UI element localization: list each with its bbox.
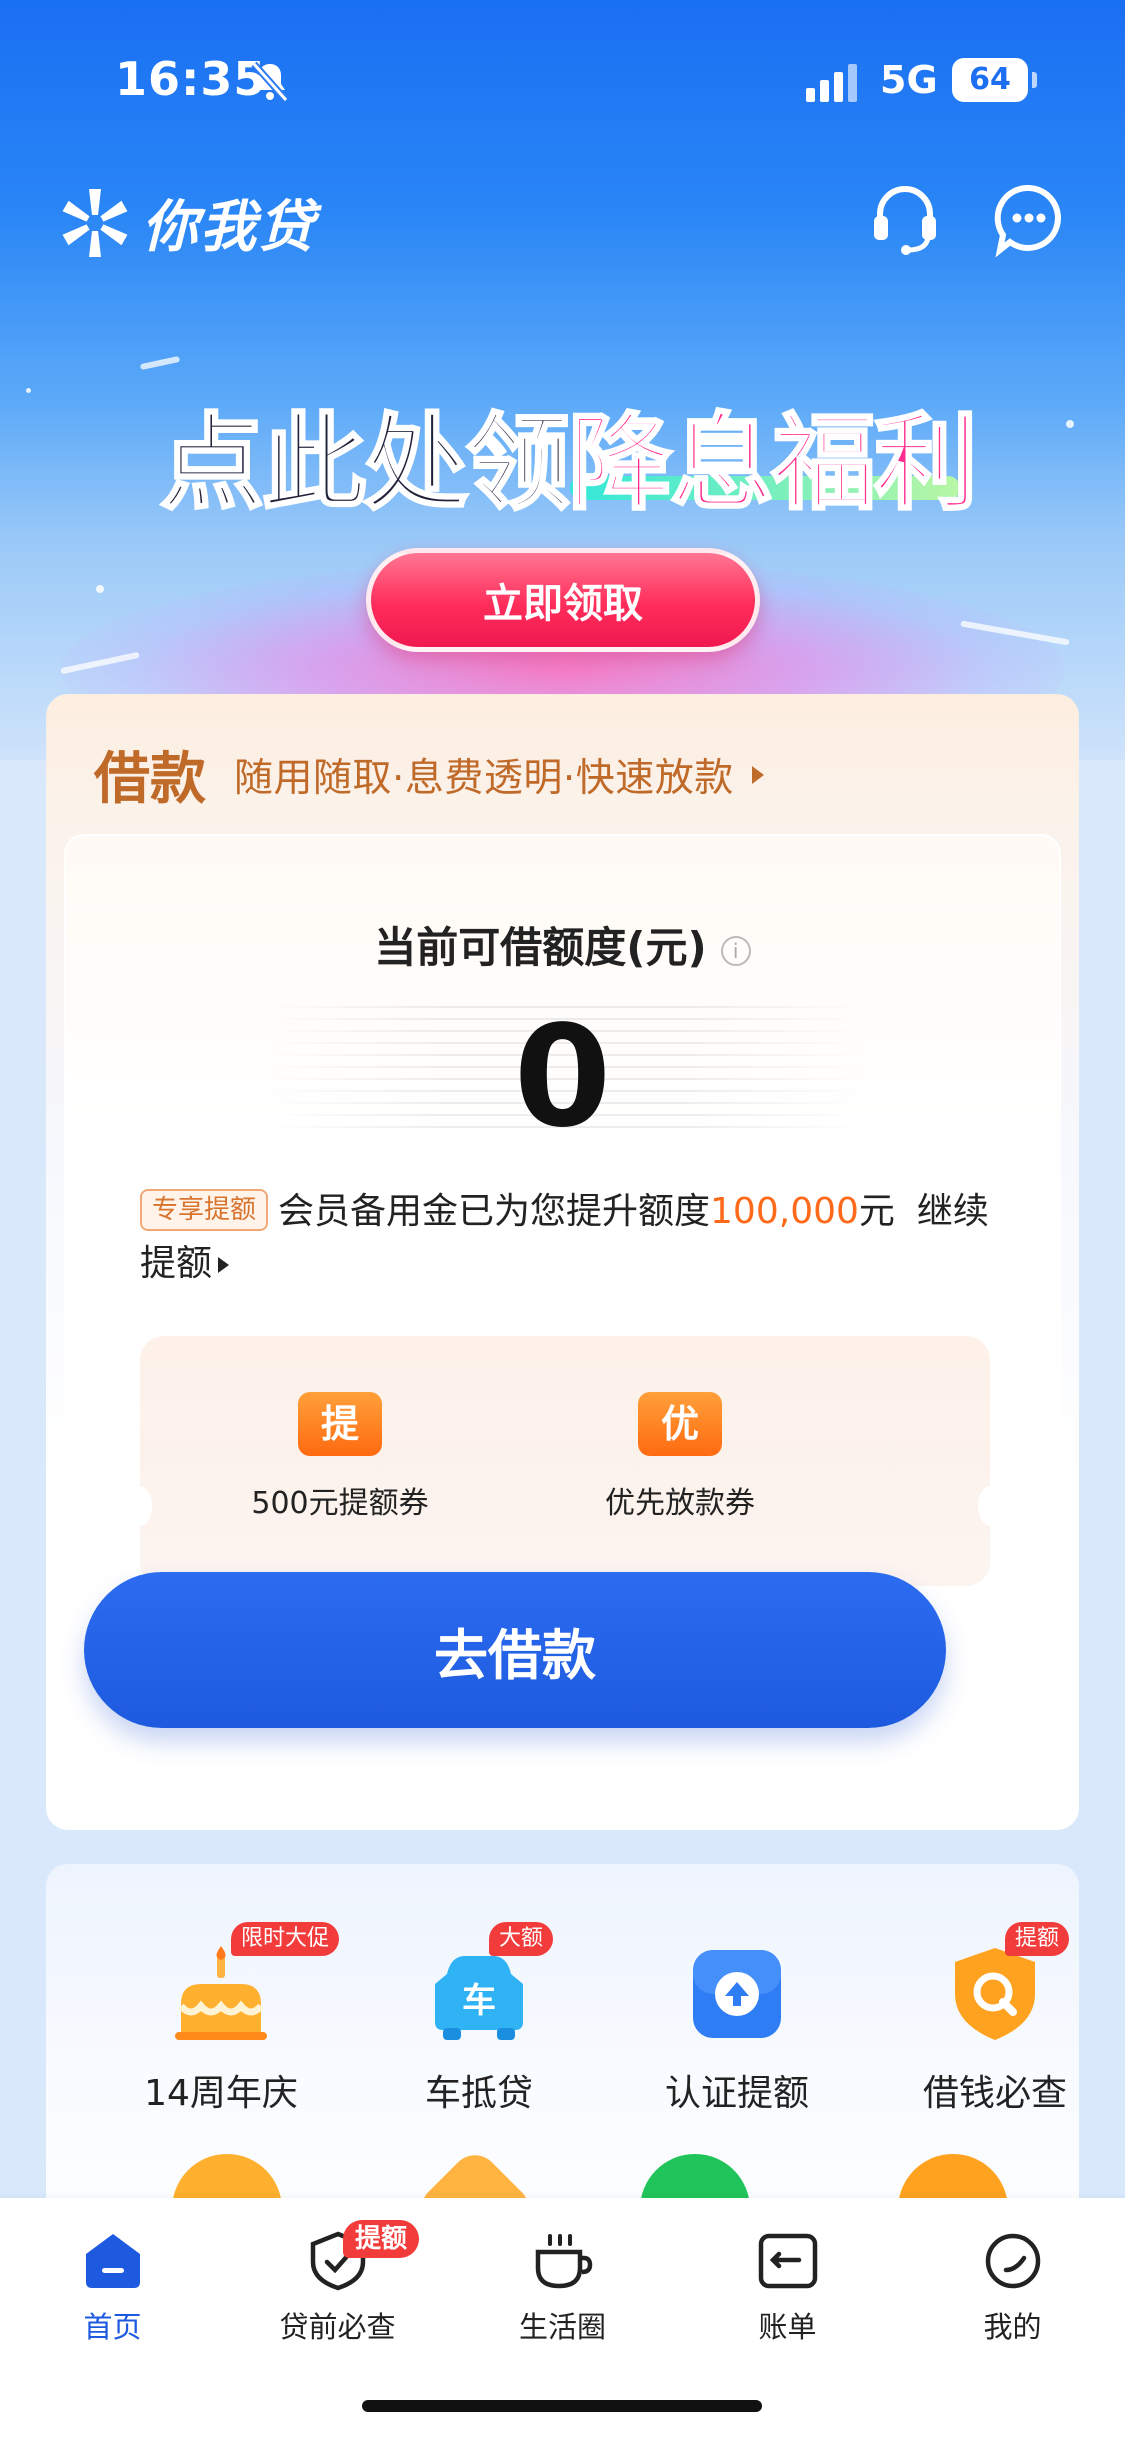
coupon-badge: 提 [298, 1392, 382, 1456]
signal-icon [806, 64, 857, 102]
tab-home[interactable]: 首页 [0, 2230, 225, 2346]
svg-text:车: 车 [462, 1981, 496, 2021]
feature-label: 认证提额 [664, 2073, 809, 2114]
tab-pre-loan-check[interactable]: 提额 贷前必查 [225, 2220, 450, 2346]
car-icon: 车 [435, 1956, 523, 2040]
coupon-priority-payout[interactable]: 优 优先放款券 [550, 1392, 810, 1522]
borrow-button[interactable]: 去借款 [84, 1572, 946, 1728]
logo-icon [62, 188, 128, 257]
limit-value: 0 [513, 996, 612, 1159]
battery-icon: 64 [952, 58, 1037, 102]
coupon-label: 优先放款券 [605, 1486, 755, 1521]
feature-tag: 限时大促 [231, 1922, 340, 1956]
tab-bills[interactable]: 账单 [675, 2230, 900, 2346]
limit-boost-notice[interactable]: 专享提额 会员备用金已为您提升额度100,000元 继续提额 [140, 1186, 1000, 1290]
cup-icon [535, 2234, 592, 2289]
loan-title: 借款 [94, 749, 206, 811]
tab-label: 贷前必查 [279, 2310, 396, 2344]
boost-tag: 专享提额 [140, 1189, 269, 1231]
cake-icon [175, 1946, 267, 2040]
loan-header[interactable]: 借款 随用随取·息费透明·快速放款 [94, 734, 764, 815]
limit-label: 当前可借额度(元) [374, 923, 707, 972]
coupon-box: 提 500元提额券 优 优先放款券 [128, 1336, 1002, 1586]
coupon-badge: 优 [638, 1392, 722, 1456]
customer-service-icon[interactable] [866, 180, 944, 258]
status-time: 16:35 [115, 52, 267, 106]
boost-amount: 100,000 [710, 1191, 859, 1232]
feature-loan-check[interactable]: 提额 借钱必查 [866, 1922, 1079, 2116]
boost-unit: 元 [858, 1191, 895, 1232]
search-shield-icon [955, 1948, 1035, 2040]
network-type: 5G [880, 58, 938, 102]
coupon-label: 500元提额券 [251, 1486, 429, 1521]
bill-icon [758, 2233, 817, 2289]
decor-dot [1066, 420, 1074, 428]
bell-off-icon [251, 61, 289, 103]
decor-dot [26, 388, 31, 393]
caret-right-icon [218, 1257, 230, 1273]
home-indicator[interactable] [362, 2400, 762, 2412]
tab-label: 生活圈 [518, 2310, 606, 2344]
upload-arrow-icon [693, 1950, 781, 2038]
battery-level: 64 [969, 62, 1011, 97]
feature-label: 借钱必查 [922, 2073, 1067, 2114]
status-bar: 16:35 5G 64 [0, 0, 1125, 160]
tab-profile[interactable]: 我的 [900, 2230, 1125, 2346]
feature-car-loan[interactable]: 车 大额 车抵贷 [350, 1922, 608, 2116]
app-name: 你我贷 [142, 195, 316, 260]
limit-label-row: 当前可借额度(元) i [66, 914, 1059, 975]
feature-verify-boost[interactable]: 认证提额 [608, 1944, 866, 2116]
feature-anniversary[interactable]: 限时大促 14周年庆 [92, 1922, 350, 2116]
tab-badge: 提额 [343, 2220, 420, 2258]
feature-label: 14周年庆 [144, 2073, 298, 2114]
tab-label: 账单 [758, 2310, 817, 2344]
coupon-limit-boost[interactable]: 提 500元提额券 [210, 1392, 470, 1522]
tab-label: 我的 [983, 2310, 1042, 2344]
feature-tag: 大额 [489, 1922, 554, 1956]
home-icon [85, 2234, 140, 2288]
claim-now-button[interactable]: 立即领取 [366, 548, 760, 652]
tab-label: 首页 [83, 2310, 142, 2344]
chevron-right-icon [751, 765, 764, 784]
promo-title-dark: 点此处领 [158, 401, 571, 526]
boost-text: 会员备用金已为您提升额度 [278, 1191, 711, 1232]
feature-tag: 提额 [1005, 1922, 1070, 1956]
promo-title-highlight: 降息福利 [567, 401, 980, 526]
profile-icon [985, 2233, 1040, 2289]
info-icon[interactable]: i [720, 935, 751, 966]
loan-subtitle: 随用随取·息费透明·快速放款 [234, 755, 734, 801]
message-icon[interactable] [990, 180, 1068, 258]
app-logo: 你我贷 [58, 182, 316, 263]
tab-life-circle[interactable]: 生活圈 [450, 2230, 675, 2346]
decor-dot [96, 585, 104, 593]
promo-banner-title[interactable]: 点此处领降息福利 [158, 378, 980, 529]
feature-label: 车抵贷 [424, 2073, 533, 2114]
decor-streak [139, 355, 181, 371]
